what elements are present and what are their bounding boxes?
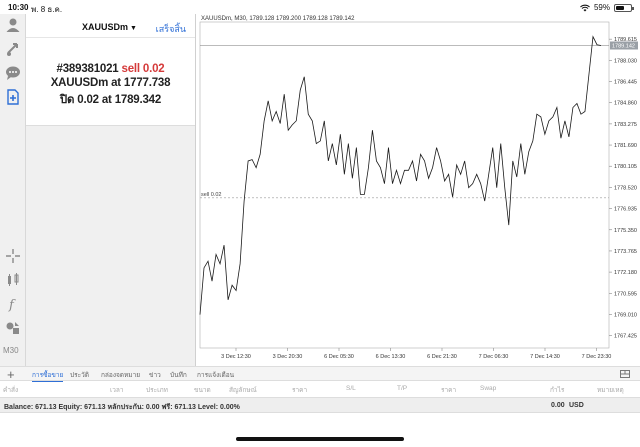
col-swap: Swap [480, 385, 497, 392]
order-panel: XAUUSDm ▼ เสร็จสิ้น #389381021 sell 0.02 … [26, 14, 195, 126]
col-symbol: สัญลักษณ์ [229, 387, 257, 394]
indicators-icon[interactable]: f [4, 295, 22, 313]
order-open-prefix: XAUUSDm at [50, 77, 121, 89]
order-open-line: XAUUSDm at 1777.738 [26, 77, 195, 89]
svg-text:f: f [8, 298, 16, 312]
x-tick-label: 7 Dec 23:30 [582, 354, 612, 360]
order-close-price: 1789.342 [114, 94, 162, 106]
col-order: คำสั่ง [3, 387, 19, 394]
x-tick-label: 6 Dec 05:30 [324, 354, 354, 360]
col-tp: T/P [397, 385, 408, 392]
positions-header: คำสั่ง เวลา ประเภท ขนาด สัญลักษณ์ ราคา S… [0, 382, 640, 396]
y-tick-label: 1788.030 [614, 58, 637, 64]
account-icon[interactable] [4, 16, 22, 34]
total-profit: 0.00 [551, 402, 565, 409]
tab-journal[interactable]: บันทึก [170, 370, 187, 380]
x-tick-label: 6 Dec 21:30 [427, 354, 457, 360]
y-tick-label: 1767.425 [614, 334, 637, 340]
x-tick-label: 3 Dec 12:30 [221, 354, 251, 360]
col-current-price: ราคา [441, 387, 457, 394]
y-tick-label: 1770.595 [614, 291, 637, 297]
symbol-label: XAUUSDm [82, 22, 129, 32]
y-tick-label: 1776.935 [614, 207, 637, 213]
price-chart[interactable]: 1789.615 1788.030 1786.445 1784.860 1783.275… [195, 14, 640, 366]
y-tick-label: 1783.275 [614, 122, 637, 128]
x-tick-label: 6 Dec 13:30 [376, 354, 406, 360]
x-tick-label: 3 Dec 20:30 [273, 354, 303, 360]
currency-label: USD [569, 402, 584, 409]
current-price-label: 1789.142 [612, 43, 635, 49]
y-tick-label: 1778.520 [614, 185, 637, 191]
status-right: 59% [580, 3, 634, 12]
caret-down-icon: ▼ [130, 25, 137, 32]
y-tick-label: 1784.860 [614, 101, 637, 107]
symbol-selector[interactable]: XAUUSDm ▼ [82, 22, 137, 32]
order-close-prefix: ปิด 0.02 at [59, 94, 112, 106]
col-sl: S/L [346, 385, 356, 392]
col-comment: หมายเหตุ [597, 387, 624, 394]
battery-percent: 59% [593, 3, 610, 12]
balance-bar: Balance: 671.13 Equity: 671.13 หลักประกั… [0, 397, 640, 413]
candles-icon[interactable] [4, 271, 22, 289]
crosshair-icon[interactable] [4, 247, 22, 265]
col-price: ราคา [292, 387, 308, 394]
plot-frame [199, 21, 610, 349]
y-tick-label: 1773.765 [614, 249, 637, 255]
x-tick-label: 7 Dec 06:30 [479, 354, 509, 360]
order-open-price: 1777.738 [123, 77, 171, 89]
balance-summary: Balance: 671.13 Equity: 671.13 หลักประกั… [4, 404, 240, 411]
tab-history[interactable]: ประวัติ [70, 370, 89, 380]
tab-mailbox[interactable]: กล่องจดหมาย [101, 370, 140, 380]
order-level-label: sell 0.02 [201, 192, 222, 198]
tab-trade[interactable]: การซื้อขาย [32, 370, 64, 382]
y-tick-label: 1772.180 [614, 270, 637, 276]
status-bar: 10:30 พ. 8 ธ.ค. 59% [0, 0, 640, 14]
done-button[interactable]: เสร็จสิ้น [156, 22, 186, 36]
y-tick-label: 1775.350 [614, 228, 637, 234]
layout-icon[interactable] [620, 370, 630, 378]
add-icon[interactable]: + [7, 367, 15, 382]
wifi-icon [580, 4, 590, 11]
order-ticket-line: #389381021 sell 0.02 [26, 63, 195, 75]
order-ticket: #389381021 [56, 63, 119, 75]
order-close-line: ปิด 0.02 at 1789.342 [26, 91, 195, 109]
y-tick-label: 1781.690 [614, 143, 637, 149]
panel-background [26, 126, 195, 366]
price-series-line [199, 35, 602, 315]
x-tick-label: 7 Dec 14:30 [530, 354, 560, 360]
order-header: XAUUSDm ▼ เสร็จสิ้น [26, 14, 195, 38]
chart-svg: 1789.6151788.0301786.4451784.8601783.275… [199, 21, 638, 360]
y-tick-label: 1786.445 [614, 80, 637, 86]
chat-icon[interactable] [4, 64, 22, 82]
y-tick-label: 1780.105 [614, 164, 637, 170]
new-order-icon[interactable] [4, 88, 22, 106]
tab-news[interactable]: ข่าว [149, 370, 161, 380]
trade-icon[interactable] [4, 40, 22, 58]
order-side: sell 0.02 [121, 63, 165, 75]
battery-icon [614, 3, 634, 12]
left-toolbar: f M30 [0, 14, 26, 366]
col-profit: กำไร [550, 387, 565, 394]
col-type: ประเภท [146, 387, 168, 394]
objects-icon[interactable] [4, 319, 22, 337]
home-indicator [236, 437, 404, 441]
col-size: ขนาด [194, 387, 211, 394]
status-time: 10:30 [8, 3, 29, 12]
timeframe-label[interactable]: M30 [3, 346, 19, 355]
tab-alerts[interactable]: การแจ้งเตือน [197, 370, 234, 380]
terminal-tabs: + การซื้อขาย ประวัติ กล่องจดหมาย ข่าว บั… [0, 366, 640, 382]
chart-title: XAUUSDm, M30, 1789.128 1789.200 1789.128… [201, 16, 355, 22]
col-time: เวลา [110, 387, 124, 394]
y-tick-label: 1769.010 [614, 312, 637, 318]
